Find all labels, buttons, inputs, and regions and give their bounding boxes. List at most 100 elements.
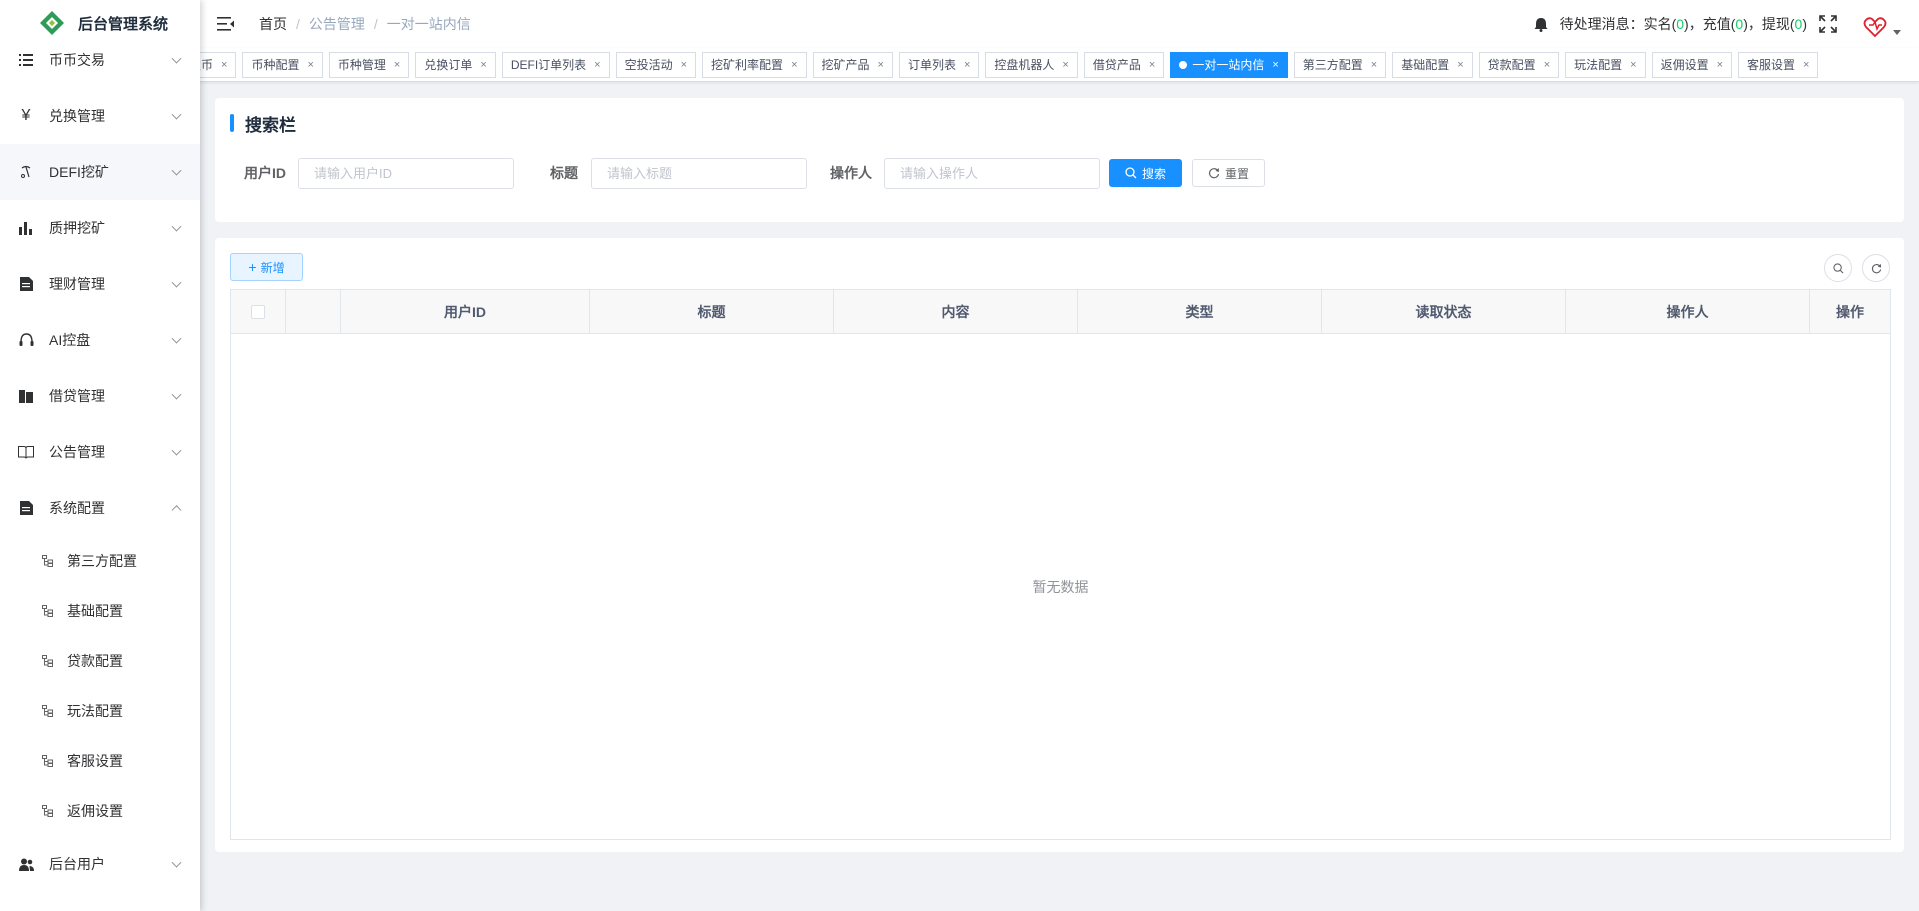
sidebar-item-announcement[interactable]: 公告管理 bbox=[0, 424, 200, 480]
wallet-icon bbox=[18, 388, 34, 404]
close-icon[interactable]: × bbox=[221, 53, 227, 77]
sidebar-item-finance[interactable]: 理财管理 bbox=[0, 256, 200, 312]
tab-2[interactable]: 币种管理 × bbox=[328, 52, 410, 78]
sidebar-item-ai-control[interactable]: AI控盘 bbox=[0, 312, 200, 368]
title-input[interactable] bbox=[591, 158, 807, 189]
tab-17[interactable]: 客服设置 × bbox=[1738, 52, 1819, 78]
chevron-up-icon bbox=[171, 505, 182, 516]
tab-6[interactable]: 挖矿利率配置 × bbox=[702, 52, 807, 78]
avatar bbox=[1863, 17, 1887, 38]
sidebar-item-defi[interactable]: DEFI挖矿 bbox=[0, 144, 200, 200]
title-accent-bar bbox=[230, 114, 234, 132]
sidebar-subitem-customer-service[interactable]: 客服设置 bbox=[0, 736, 200, 786]
tree-icon bbox=[42, 805, 53, 817]
sidebar-subitem-loan-config[interactable]: 贷款配置 bbox=[0, 636, 200, 686]
tab-label: 第三方配置 bbox=[1302, 58, 1363, 72]
sidebar-item-label: 后台用户 bbox=[49, 856, 105, 872]
tab-15[interactable]: 玩法配置 × bbox=[1565, 52, 1646, 78]
tab-1[interactable]: 币种配置 × bbox=[242, 52, 323, 78]
tab-label: 挖矿利率配置 bbox=[711, 58, 784, 72]
refresh-icon bbox=[1871, 263, 1881, 273]
tab-0[interactable]: 发币 × bbox=[200, 52, 237, 78]
close-icon[interactable]: × bbox=[394, 53, 400, 77]
tab-8[interactable]: 订单列表 × bbox=[898, 52, 980, 78]
close-icon[interactable]: × bbox=[681, 53, 687, 77]
sidebar-item-exchange[interactable]: ¥ 兑换管理 bbox=[0, 88, 200, 144]
sidebar-item-staking[interactable]: 质押挖矿 bbox=[0, 200, 200, 256]
sidebar-subitem-third-party[interactable]: 第三方配置 bbox=[0, 536, 200, 586]
sidebar-subitem-basic[interactable]: 基础配置 bbox=[0, 586, 200, 636]
pending-withdraw[interactable]: 提现(0) bbox=[1762, 14, 1807, 34]
sidebar-item-loan[interactable]: 借贷管理 bbox=[0, 368, 200, 424]
sidebar-subitem-label: 返佣设置 bbox=[67, 803, 123, 819]
close-icon[interactable]: × bbox=[1149, 53, 1155, 77]
tab-13[interactable]: 基础配置 × bbox=[1392, 52, 1473, 78]
tags-view: 发币×币种配置×币种管理×兑换订单×DEFI订单列表×空投活动×挖矿利率配置×挖… bbox=[200, 48, 1919, 82]
sidebar-item-label: 兑换管理 bbox=[49, 108, 105, 124]
tab-label: 基础配置 bbox=[1401, 58, 1450, 72]
tab-16[interactable]: 返佣设置 × bbox=[1651, 52, 1733, 78]
close-icon[interactable]: × bbox=[480, 53, 486, 77]
close-icon[interactable]: × bbox=[1544, 53, 1550, 77]
chevron-down-icon bbox=[171, 857, 182, 868]
tab-7[interactable]: 挖矿产品 × bbox=[812, 52, 893, 78]
close-icon[interactable]: × bbox=[594, 53, 600, 77]
close-icon[interactable]: × bbox=[1803, 53, 1809, 77]
sidebar-subitem-gameplay[interactable]: 玩法配置 bbox=[0, 686, 200, 736]
tab-label: 控盘机器人 bbox=[994, 58, 1055, 72]
breadcrumb-separator: / bbox=[373, 16, 378, 32]
pending-realname[interactable]: 实名(0)， bbox=[1644, 14, 1703, 34]
select-all-column bbox=[231, 290, 286, 333]
tab-label: DEFI订单列表 bbox=[510, 58, 587, 72]
tree-icon bbox=[42, 755, 53, 767]
tab-12[interactable]: 第三方配置 × bbox=[1293, 52, 1387, 78]
tab-5[interactable]: 空投活动 × bbox=[615, 52, 697, 78]
operator-input[interactable] bbox=[884, 158, 1100, 189]
reset-button[interactable]: 重置 bbox=[1192, 159, 1265, 187]
refresh-button[interactable] bbox=[1862, 254, 1890, 282]
fullscreen-icon[interactable] bbox=[1819, 15, 1837, 33]
tab-3[interactable]: 兑换订单 × bbox=[415, 52, 496, 78]
add-button[interactable]: + 新增 bbox=[230, 253, 303, 281]
user-menu[interactable] bbox=[1863, 9, 1901, 39]
user-id-input[interactable] bbox=[298, 158, 514, 189]
pending-label: 待处理消息： bbox=[1559, 16, 1644, 32]
tab-label: 币种配置 bbox=[251, 58, 300, 72]
pending-recharge[interactable]: 充值(0)， bbox=[1703, 14, 1762, 34]
sidebar-item-admin-users[interactable]: 后台用户 bbox=[0, 836, 200, 892]
close-icon[interactable]: × bbox=[1457, 53, 1463, 77]
close-icon[interactable]: × bbox=[964, 53, 970, 77]
tab-label: 兑换订单 bbox=[424, 58, 473, 72]
close-icon[interactable]: × bbox=[1371, 53, 1377, 77]
operator-label: 操作人 bbox=[830, 165, 872, 181]
select-all-checkbox[interactable] bbox=[251, 304, 265, 319]
sidebar-item-label: 理财管理 bbox=[49, 276, 105, 292]
toggle-search-button[interactable] bbox=[1824, 254, 1852, 282]
close-icon[interactable]: × bbox=[1062, 53, 1068, 77]
list-icon bbox=[18, 52, 34, 68]
tab-11[interactable]: 一对一站内信 × bbox=[1170, 52, 1288, 78]
breadcrumb-home[interactable]: 首页 bbox=[259, 14, 287, 34]
tab-14[interactable]: 贷款配置 × bbox=[1478, 52, 1560, 78]
sidebar-subitem-commission[interactable]: 返佣设置 bbox=[0, 786, 200, 836]
close-icon[interactable]: × bbox=[1717, 53, 1723, 77]
column-header-content: 内容 bbox=[834, 290, 1078, 333]
tab-9[interactable]: 控盘机器人 × bbox=[985, 52, 1078, 78]
column-header-actions: 操作 bbox=[1836, 303, 1864, 320]
tab-10[interactable]: 借贷产品 × bbox=[1083, 52, 1165, 78]
caret-down-icon bbox=[1893, 30, 1901, 35]
sidebar-subitem-label: 玩法配置 bbox=[67, 703, 123, 719]
close-icon[interactable]: × bbox=[1272, 53, 1278, 77]
tab-4[interactable]: DEFI订单列表 × bbox=[501, 52, 610, 78]
sidebar-item-label: 公告管理 bbox=[49, 444, 105, 460]
search-button[interactable]: 搜索 bbox=[1109, 159, 1182, 187]
collapse-menu-icon[interactable] bbox=[217, 16, 235, 32]
close-icon[interactable]: × bbox=[878, 53, 884, 77]
close-icon[interactable]: × bbox=[791, 53, 797, 77]
close-icon[interactable]: × bbox=[1630, 53, 1636, 77]
sidebar-item-system-config[interactable]: 系统配置 bbox=[0, 480, 200, 536]
sidebar-item-coin-trade[interactable]: 币币交易 bbox=[0, 32, 200, 88]
bell-icon[interactable] bbox=[1534, 17, 1548, 32]
data-table: 用户ID 标题 内容 类型 读取状态 操作人 操作 暂无数据 bbox=[230, 289, 1891, 840]
close-icon[interactable]: × bbox=[307, 53, 313, 77]
